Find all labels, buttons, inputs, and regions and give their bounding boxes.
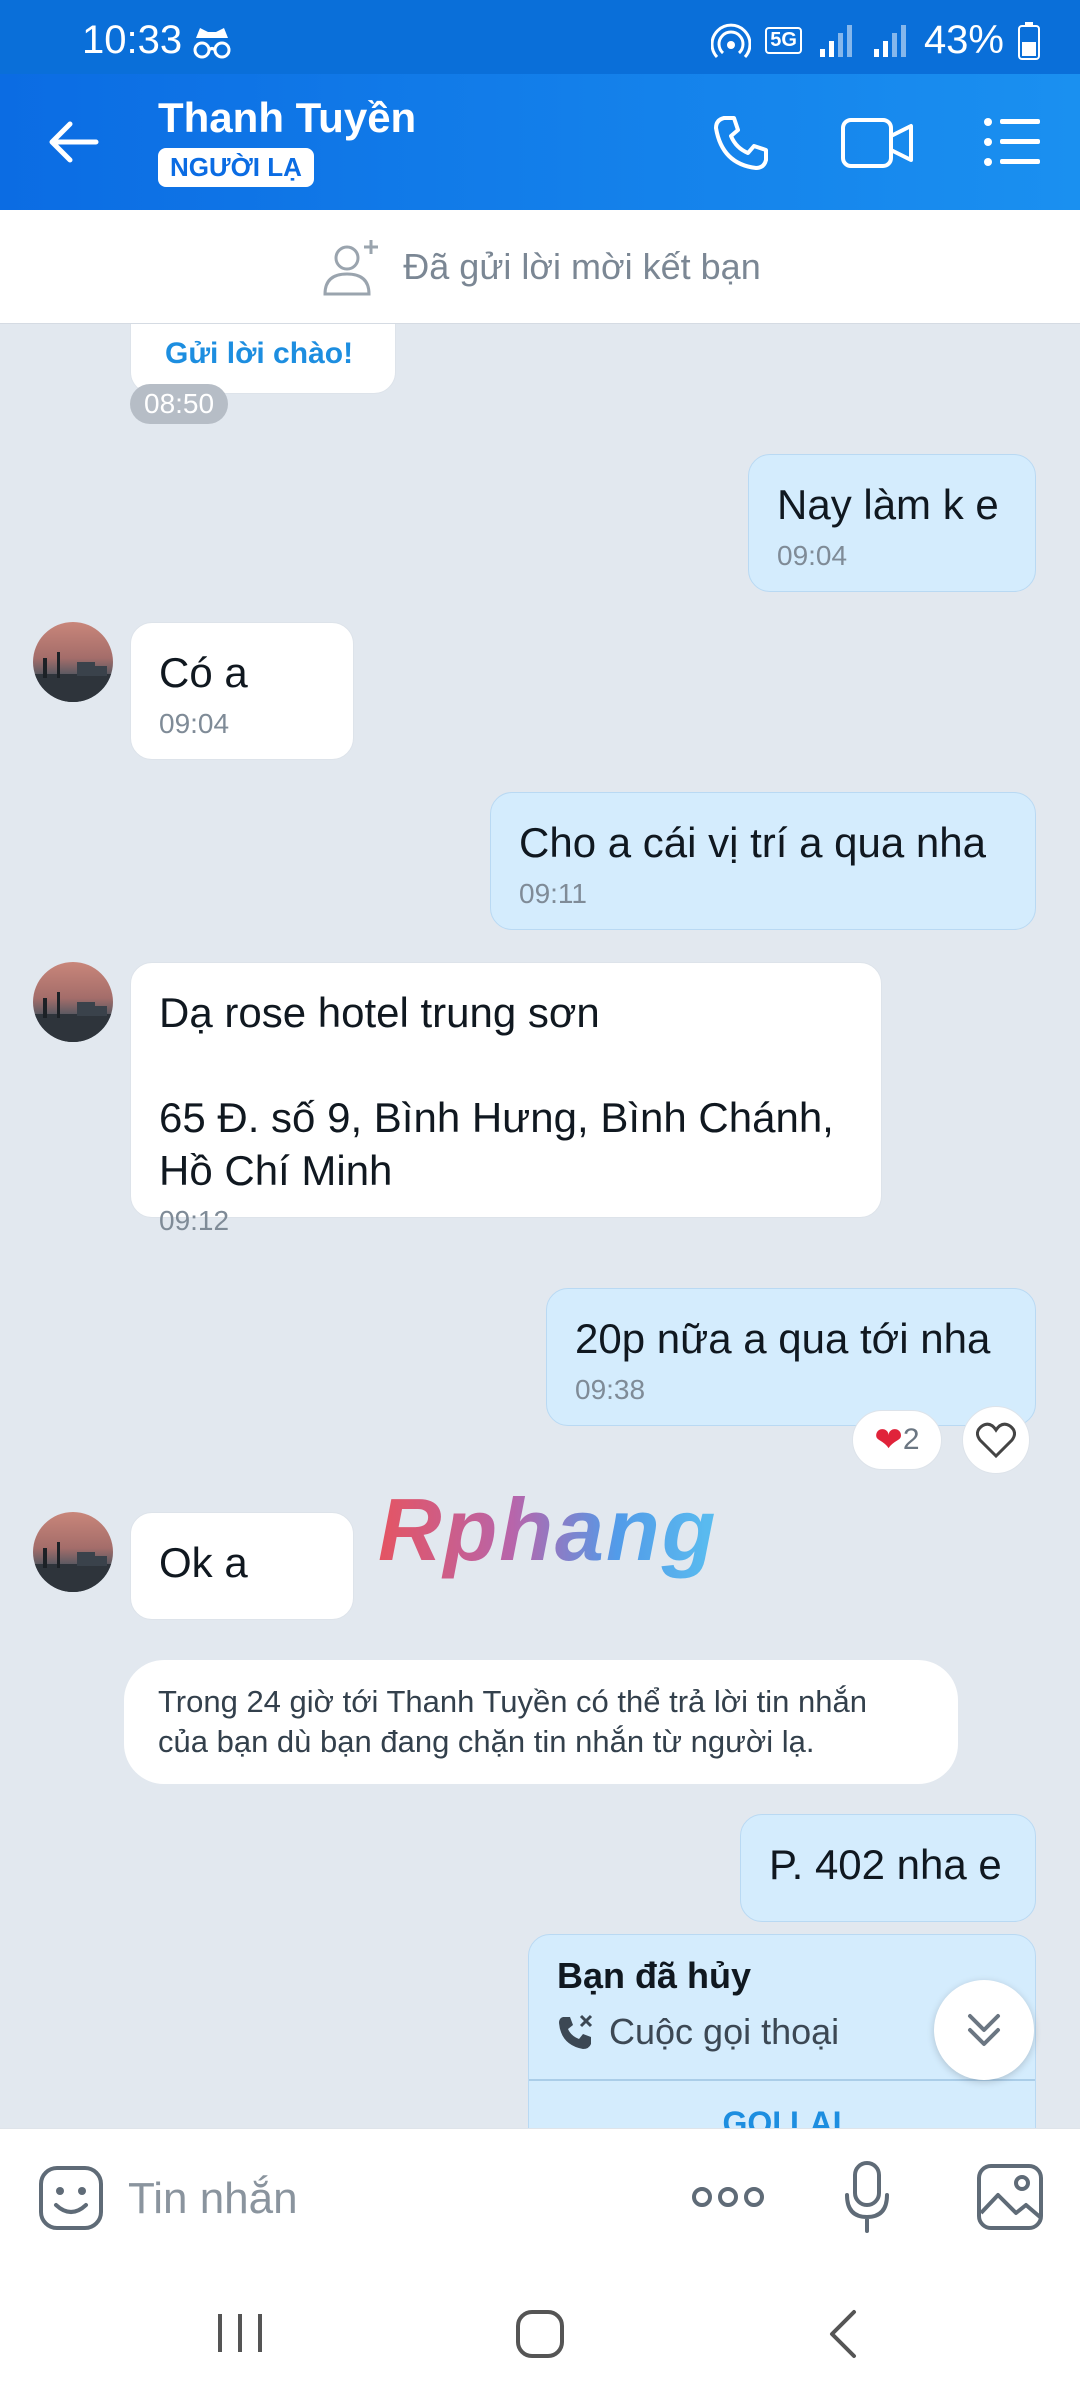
message-bubble-incoming[interactable]: Ok a	[130, 1512, 354, 1620]
message-text: Nay làm k e	[777, 481, 999, 528]
heart-reaction-icon: ❤	[874, 1421, 903, 1459]
call-type-label: Cuộc gọi thoại	[609, 2011, 840, 2052]
call-back-button[interactable]: GỌI LẠI	[529, 2105, 1035, 2128]
status-bar: 10:33 5G 43%	[0, 0, 1080, 74]
reaction-count: 2	[902, 1423, 920, 1456]
react-button[interactable]	[962, 1406, 1030, 1474]
message-bubble-incoming[interactable]: Dạ rose hotel trung sơn 65 Đ. số 9, Bình…	[130, 962, 882, 1236]
nav-back-icon[interactable]	[820, 2306, 864, 2362]
avatar-image	[33, 1542, 113, 1592]
double-chevron-down-icon	[968, 2014, 1000, 2046]
video-call-icon[interactable]	[840, 114, 914, 172]
call-status-title: Bạn đã hủy	[557, 1955, 752, 1996]
message-text: Có a	[159, 649, 248, 696]
chat-area[interactable]: Gửi lời chào! 08:50 Nay làm k e 09:04 Có…	[0, 324, 1080, 2128]
scroll-to-bottom-button[interactable]	[934, 1980, 1034, 2080]
more-options-icon[interactable]	[690, 2177, 766, 2217]
chat-header: Thanh Tuyền NGƯỜI LẠ	[0, 74, 1080, 210]
system-nav-bar	[0, 2268, 1080, 2400]
message-time: 09:04	[777, 539, 848, 571]
microphone-icon[interactable]	[842, 2159, 892, 2235]
message-text: Dạ rose hotel trung sơn 65 Đ. số 9, Bình…	[159, 989, 834, 1194]
avatar-image	[33, 652, 113, 702]
message-bubble-outgoing[interactable]: Nay làm k e 09:04	[748, 454, 1036, 592]
contact-avatar[interactable]	[33, 622, 113, 702]
message-input[interactable]	[128, 2159, 648, 2239]
avatar-image	[33, 992, 113, 1042]
friend-request-text: Đã gửi lời mời kết bạn	[403, 245, 761, 287]
image-gallery-icon[interactable]	[976, 2163, 1044, 2231]
greeting-label[interactable]: Gửi lời chào!	[165, 337, 353, 371]
message-text: 20p nữa a qua tới nha	[575, 1315, 991, 1362]
message-text: P. 402 nha e	[769, 1841, 1002, 1888]
contact-avatar[interactable]	[33, 1512, 113, 1592]
signal-icon-2	[873, 24, 906, 57]
network-type: 5G	[765, 27, 802, 54]
phone-call-icon[interactable]	[710, 112, 772, 174]
recent-apps-icon[interactable]	[210, 2308, 270, 2358]
battery-percent: 43%	[923, 18, 1004, 62]
message-text: Ok a	[159, 1539, 248, 1586]
stranger-badge: NGƯỜI LẠ	[158, 148, 314, 187]
time-separator: 08:50	[130, 384, 229, 424]
message-time: 09:04	[159, 707, 230, 739]
message-text: Cho a cái vị trí a qua nha	[519, 819, 986, 866]
message-composer	[0, 2128, 1080, 2268]
message-time: 09:12	[159, 1205, 230, 1236]
missed-call-icon	[559, 2014, 593, 2049]
message-bubble-outgoing[interactable]: 20p nữa a qua tới nha 09:38	[546, 1288, 1036, 1426]
battery-icon	[1018, 21, 1040, 60]
hotspot-icon	[711, 23, 752, 58]
message-bubble-outgoing[interactable]: P. 402 nha e	[740, 1814, 1036, 1922]
signal-icon	[819, 24, 852, 57]
message-bubble-outgoing[interactable]: Cho a cái vị trí a qua nha 09:11	[490, 792, 1036, 930]
sticker-icon[interactable]	[38, 2165, 104, 2231]
system-notice: Trong 24 giờ tới Thanh Tuyền có thể trả …	[124, 1660, 958, 1784]
contact-name[interactable]: Thanh Tuyền	[158, 94, 416, 142]
back-arrow-icon[interactable]	[44, 112, 104, 172]
call-type: Cuộc gọi thoại	[557, 2011, 839, 2053]
home-icon[interactable]	[510, 2306, 570, 2362]
heart-outline-icon	[976, 1422, 1016, 1458]
watermark-logo: Rphang	[378, 1480, 718, 1579]
message-bubble-incoming[interactable]: Có a 09:04	[130, 622, 354, 760]
clock: 10:33	[82, 18, 183, 62]
message-time: 09:38	[575, 1373, 646, 1405]
contact-avatar[interactable]	[33, 962, 113, 1042]
add-friend-icon	[323, 239, 379, 295]
friend-request-status: Đã gửi lời mời kết bạn	[0, 210, 1080, 324]
reaction-summary[interactable]: ❤ 2	[852, 1410, 942, 1470]
incognito-icon	[193, 28, 231, 59]
card-divider	[529, 2079, 1035, 2081]
message-time: 09:11	[519, 877, 587, 909]
menu-list-icon[interactable]	[982, 114, 1042, 170]
